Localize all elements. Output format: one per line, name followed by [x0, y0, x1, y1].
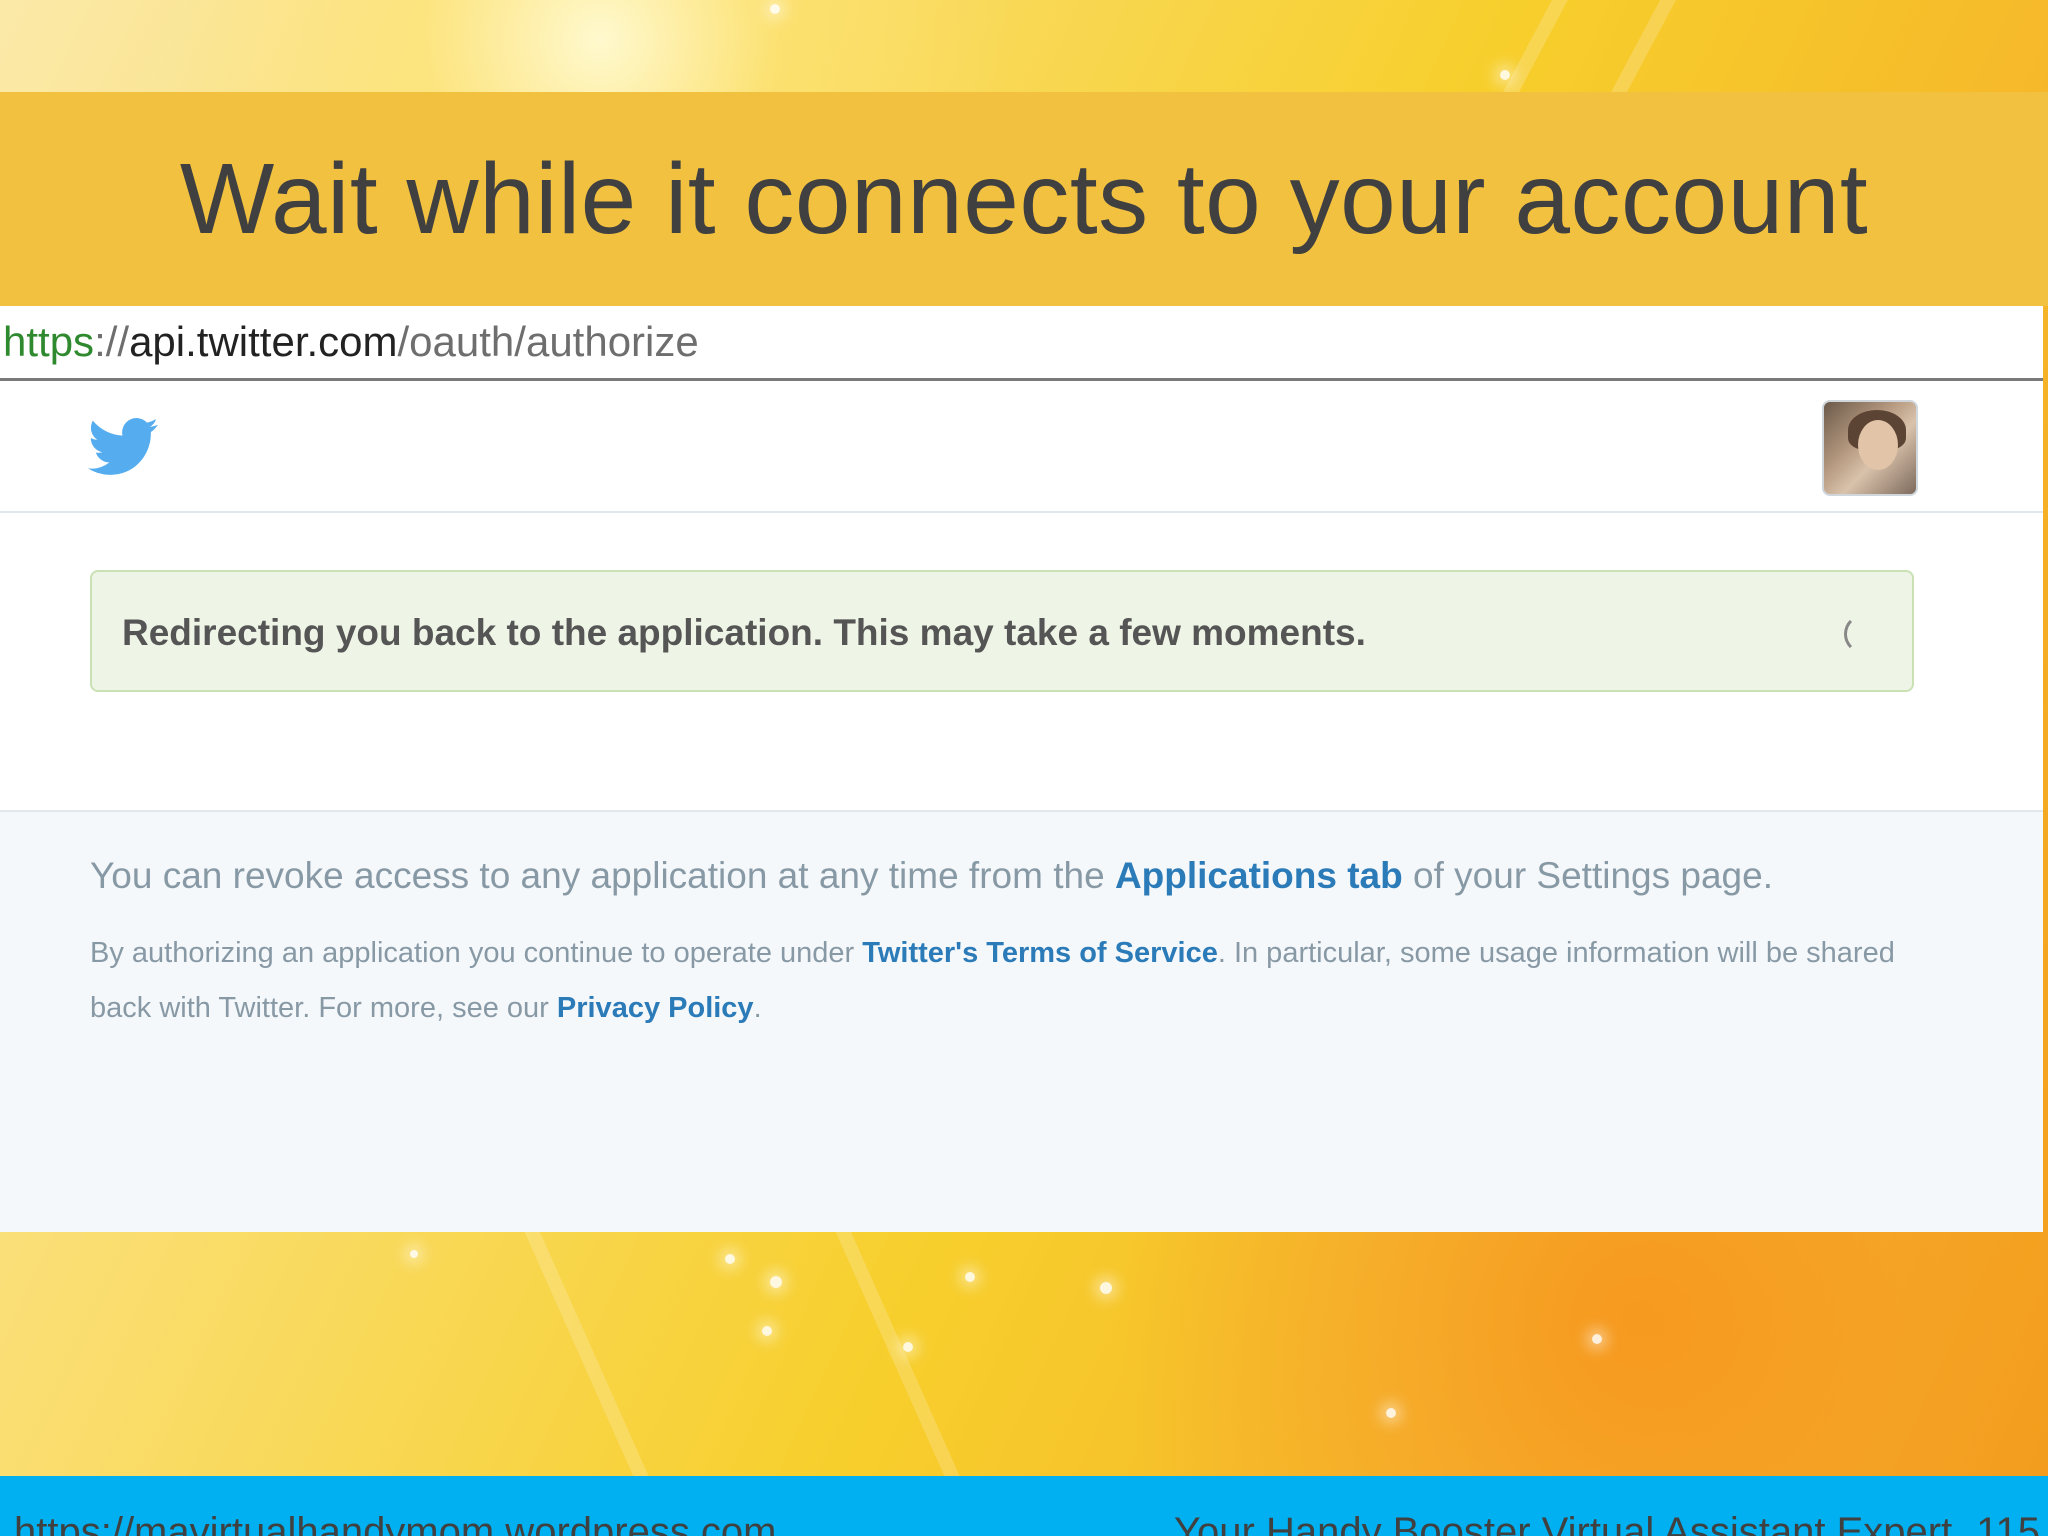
url-separator: ://	[94, 318, 130, 365]
sparkle	[1100, 1282, 1112, 1294]
applications-tab-link[interactable]: Applications tab	[1115, 855, 1403, 896]
presentation-slide: Wait while it connects to your account h…	[0, 0, 2048, 1536]
sparkle	[770, 1276, 782, 1288]
footer-url: https://mavirtualhandymom.wordpress.com	[14, 1510, 777, 1536]
redirect-message: Redirecting you back to the application.…	[122, 612, 1366, 653]
terms-of-service-link[interactable]: Twitter's Terms of Service	[862, 937, 1218, 969]
sparkle	[410, 1250, 418, 1258]
sparkle	[770, 4, 780, 14]
sparkle	[1500, 70, 1510, 80]
legal-text-before: By authorizing an application you contin…	[90, 937, 863, 969]
slide-title: Wait while it connects to your account	[179, 143, 1869, 255]
sparkle	[1386, 1408, 1396, 1418]
info-section: You can revoke access to any application…	[0, 810, 2043, 1232]
page-number: 115	[1976, 1510, 2040, 1536]
revoke-text-after: of your Settings page.	[1402, 855, 1773, 896]
twitter-bird-icon[interactable]	[88, 417, 158, 477]
legal-text-after: .	[753, 992, 762, 1024]
twitter-header	[0, 381, 2043, 513]
sparkle	[725, 1254, 735, 1264]
loading-spinner-icon	[1844, 614, 1884, 654]
url-path: /oauth/authorize	[397, 318, 699, 365]
redirect-notice: Redirecting you back to the application.…	[90, 570, 1914, 692]
sparkle	[1592, 1334, 1602, 1344]
user-avatar[interactable]	[1822, 400, 1918, 496]
footer-right: Your Handy Booster Virtual Assistant Exp…	[1174, 1510, 2040, 1536]
legal-text: By authorizing an application you contin…	[90, 926, 1950, 1036]
privacy-policy-link[interactable]: Privacy Policy	[557, 992, 754, 1024]
footer-band: https://mavirtualhandymom.wordpress.com …	[0, 1476, 2048, 1536]
sparkle	[965, 1272, 975, 1282]
url-scheme: https	[3, 318, 95, 365]
avatar-face	[1858, 420, 1898, 470]
sparkle	[903, 1342, 913, 1352]
title-band: Wait while it connects to your account	[0, 92, 2048, 306]
address-bar[interactable]: https://api.twitter.com/oauth/authorize	[0, 306, 2043, 381]
browser-screenshot: https://api.twitter.com/oauth/authorize …	[0, 306, 2043, 1232]
footer-tagline: Your Handy Booster Virtual Assistant Exp…	[1174, 1510, 1953, 1536]
revoke-access-text: You can revoke access to any application…	[90, 848, 2020, 904]
url-host: api.twitter.com	[129, 318, 398, 365]
revoke-text-before: You can revoke access to any application…	[90, 855, 1115, 896]
sparkle	[762, 1326, 772, 1336]
